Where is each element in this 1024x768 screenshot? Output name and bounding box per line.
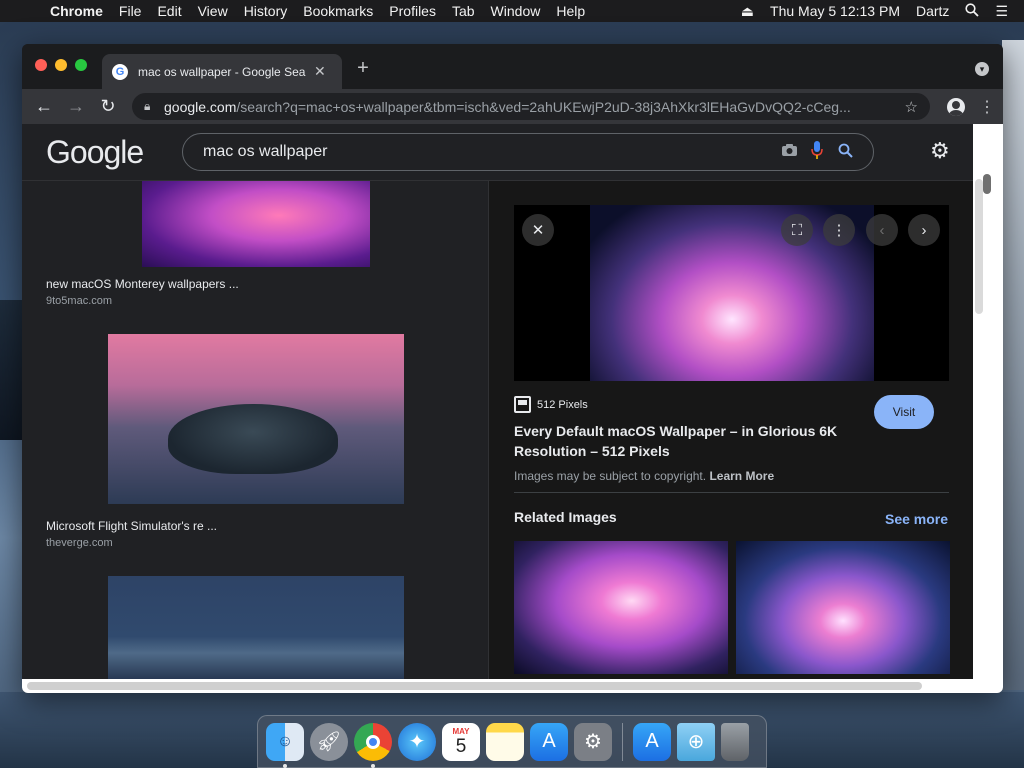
search-icon[interactable] bbox=[831, 143, 859, 162]
menu-view[interactable]: View bbox=[190, 3, 236, 19]
learn-more-link[interactable]: Learn More bbox=[709, 469, 774, 483]
spotlight-search-icon[interactable] bbox=[957, 2, 987, 20]
close-preview-icon[interactable]: ✕ bbox=[522, 214, 554, 246]
scrollbar-thumb[interactable] bbox=[27, 682, 922, 690]
visit-button[interactable]: Visit bbox=[874, 395, 934, 429]
app-store-downloads-icon[interactable]: A bbox=[633, 722, 671, 761]
lock-icon[interactable]: 🔒︎ bbox=[144, 99, 164, 114]
result-title[interactable]: Microsoft Flight Simulator's re ... bbox=[46, 519, 217, 533]
safari-icon[interactable]: ✦ bbox=[398, 722, 436, 761]
result-image-mojave[interactable] bbox=[108, 576, 404, 679]
desktop-wallpaper-right bbox=[1002, 40, 1024, 690]
scrollbar-thumb[interactable] bbox=[983, 174, 991, 194]
new-tab-button[interactable]: + bbox=[352, 57, 374, 80]
menu-history[interactable]: History bbox=[236, 3, 296, 19]
preview-image-frame: ✕ ⛶ ⋮ ‹ › bbox=[514, 205, 949, 381]
browser-toolbar: ← → ↻ 🔒︎ google.com/search?q=mac+os+wall… bbox=[22, 89, 1003, 124]
site-favicon-icon bbox=[514, 396, 531, 413]
menu-bar: Chrome File Edit View History Bookmarks … bbox=[0, 0, 1024, 22]
downloads-folder-icon[interactable]: ⊕ bbox=[677, 722, 715, 761]
related-images-heading: Related Images bbox=[514, 509, 617, 525]
tab-title: mac os wallpaper - Google Sea bbox=[138, 64, 306, 79]
result-source[interactable]: theverge.com bbox=[46, 537, 113, 549]
notes-icon[interactable] bbox=[486, 722, 524, 761]
menu-help[interactable]: Help bbox=[548, 3, 593, 19]
vertical-scrollbar[interactable] bbox=[973, 124, 1003, 679]
chrome-menu-icon[interactable]: ⋮ bbox=[979, 97, 995, 117]
result-title[interactable]: new macOS Monterey wallpapers ... bbox=[46, 277, 239, 291]
divider bbox=[514, 492, 949, 493]
result-source[interactable]: 9to5mac.com bbox=[46, 295, 112, 307]
search-input[interactable]: mac os wallpaper bbox=[203, 143, 775, 161]
address-bar[interactable]: 🔒︎ google.com/search?q=mac+os+wallpaper&… bbox=[132, 93, 930, 120]
google-header: Google mac os wallpaper ⚙ ⋮ bbox=[22, 124, 973, 181]
microphone-icon[interactable] bbox=[803, 141, 831, 163]
image-preview-panel: ✕ ⛶ ⋮ ‹ › 512 Pixels Every Default macOS… bbox=[488, 181, 973, 679]
dock-separator bbox=[622, 722, 623, 761]
menu-app-name[interactable]: Chrome bbox=[42, 3, 111, 19]
finder-icon[interactable]: ☺ bbox=[266, 722, 304, 768]
lens-search-icon[interactable]: ⛶ bbox=[781, 214, 813, 246]
horizontal-scrollbar[interactable] bbox=[22, 679, 1003, 693]
tab-google-search[interactable]: G mac os wallpaper - Google Sea ✕ bbox=[102, 54, 342, 89]
see-more-link[interactable]: See more bbox=[885, 511, 948, 527]
menu-window[interactable]: Window bbox=[483, 3, 549, 19]
trash-icon[interactable] bbox=[721, 722, 749, 761]
forward-icon[interactable]: → bbox=[60, 93, 92, 121]
result-image-monterey[interactable] bbox=[142, 181, 370, 267]
menu-profiles[interactable]: Profiles bbox=[381, 3, 444, 19]
back-icon[interactable]: ← bbox=[28, 93, 60, 121]
copyright-notice: Images may be subject to copyright. Lear… bbox=[514, 469, 775, 483]
eject-icon[interactable]: ⏏ bbox=[733, 3, 762, 20]
dock: ☺ 🚀︎ ✦ MAY 5 A ⚙ A ⊕ bbox=[257, 715, 767, 768]
menu-tab[interactable]: Tab bbox=[444, 3, 483, 19]
google-images-page: Google mac os wallpaper ⚙ ⋮ new macOS Mo… bbox=[22, 124, 973, 679]
url-text: google.com/search?q=mac+os+wallpaper&tbm… bbox=[164, 98, 851, 115]
next-image-icon[interactable]: › bbox=[908, 214, 940, 246]
tab-search-icon[interactable]: ▾ bbox=[975, 62, 989, 76]
result-image-catalina[interactable] bbox=[108, 334, 404, 504]
minimize-window-button[interactable] bbox=[55, 59, 67, 71]
preview-title[interactable]: Every Default macOS Wallpaper – in Glori… bbox=[514, 421, 854, 461]
source-site[interactable]: 512 Pixels bbox=[514, 396, 588, 413]
google-favicon-icon: G bbox=[112, 63, 128, 80]
menu-clock[interactable]: Thu May 5 12:13 PM bbox=[762, 3, 908, 19]
image-results-grid: new macOS Monterey wallpapers ... 9to5ma… bbox=[22, 181, 488, 679]
camera-search-icon[interactable] bbox=[775, 143, 803, 161]
system-preferences-icon[interactable]: ⚙ bbox=[574, 722, 612, 761]
google-logo[interactable]: Google bbox=[46, 134, 144, 171]
tab-strip: G mac os wallpaper - Google Sea ✕ + ▾ bbox=[22, 44, 1003, 89]
calendar-icon[interactable]: MAY 5 bbox=[442, 722, 480, 761]
preview-more-icon[interactable]: ⋮ bbox=[823, 214, 855, 246]
search-box[interactable]: mac os wallpaper bbox=[182, 133, 874, 171]
menu-user[interactable]: Dartz bbox=[908, 3, 957, 19]
site-name: 512 Pixels bbox=[537, 398, 588, 411]
fullscreen-window-button[interactable] bbox=[75, 59, 87, 71]
menu-edit[interactable]: Edit bbox=[149, 3, 189, 19]
app-store-icon[interactable]: A bbox=[530, 722, 568, 761]
related-image[interactable] bbox=[514, 541, 728, 674]
close-tab-icon[interactable]: ✕ bbox=[314, 63, 326, 80]
settings-gear-icon[interactable]: ⚙ bbox=[930, 138, 950, 164]
related-image[interactable] bbox=[736, 541, 950, 674]
chrome-icon[interactable] bbox=[354, 722, 392, 768]
reload-icon[interactable]: ↻ bbox=[92, 93, 124, 121]
profile-avatar-icon[interactable] bbox=[947, 97, 965, 116]
launchpad-icon[interactable]: 🚀︎ bbox=[310, 722, 348, 761]
bookmark-star-icon[interactable]: ☆ bbox=[905, 98, 918, 116]
control-center-icon[interactable]: ☰ bbox=[987, 3, 1016, 20]
chrome-window: G mac os wallpaper - Google Sea ✕ + ▾ ← … bbox=[22, 44, 1003, 693]
desktop-wallpaper-left bbox=[0, 300, 24, 440]
previous-image-icon[interactable]: ‹ bbox=[866, 214, 898, 246]
menu-bookmarks[interactable]: Bookmarks bbox=[295, 3, 381, 19]
close-window-button[interactable] bbox=[35, 59, 47, 71]
menu-file[interactable]: File bbox=[111, 3, 150, 19]
